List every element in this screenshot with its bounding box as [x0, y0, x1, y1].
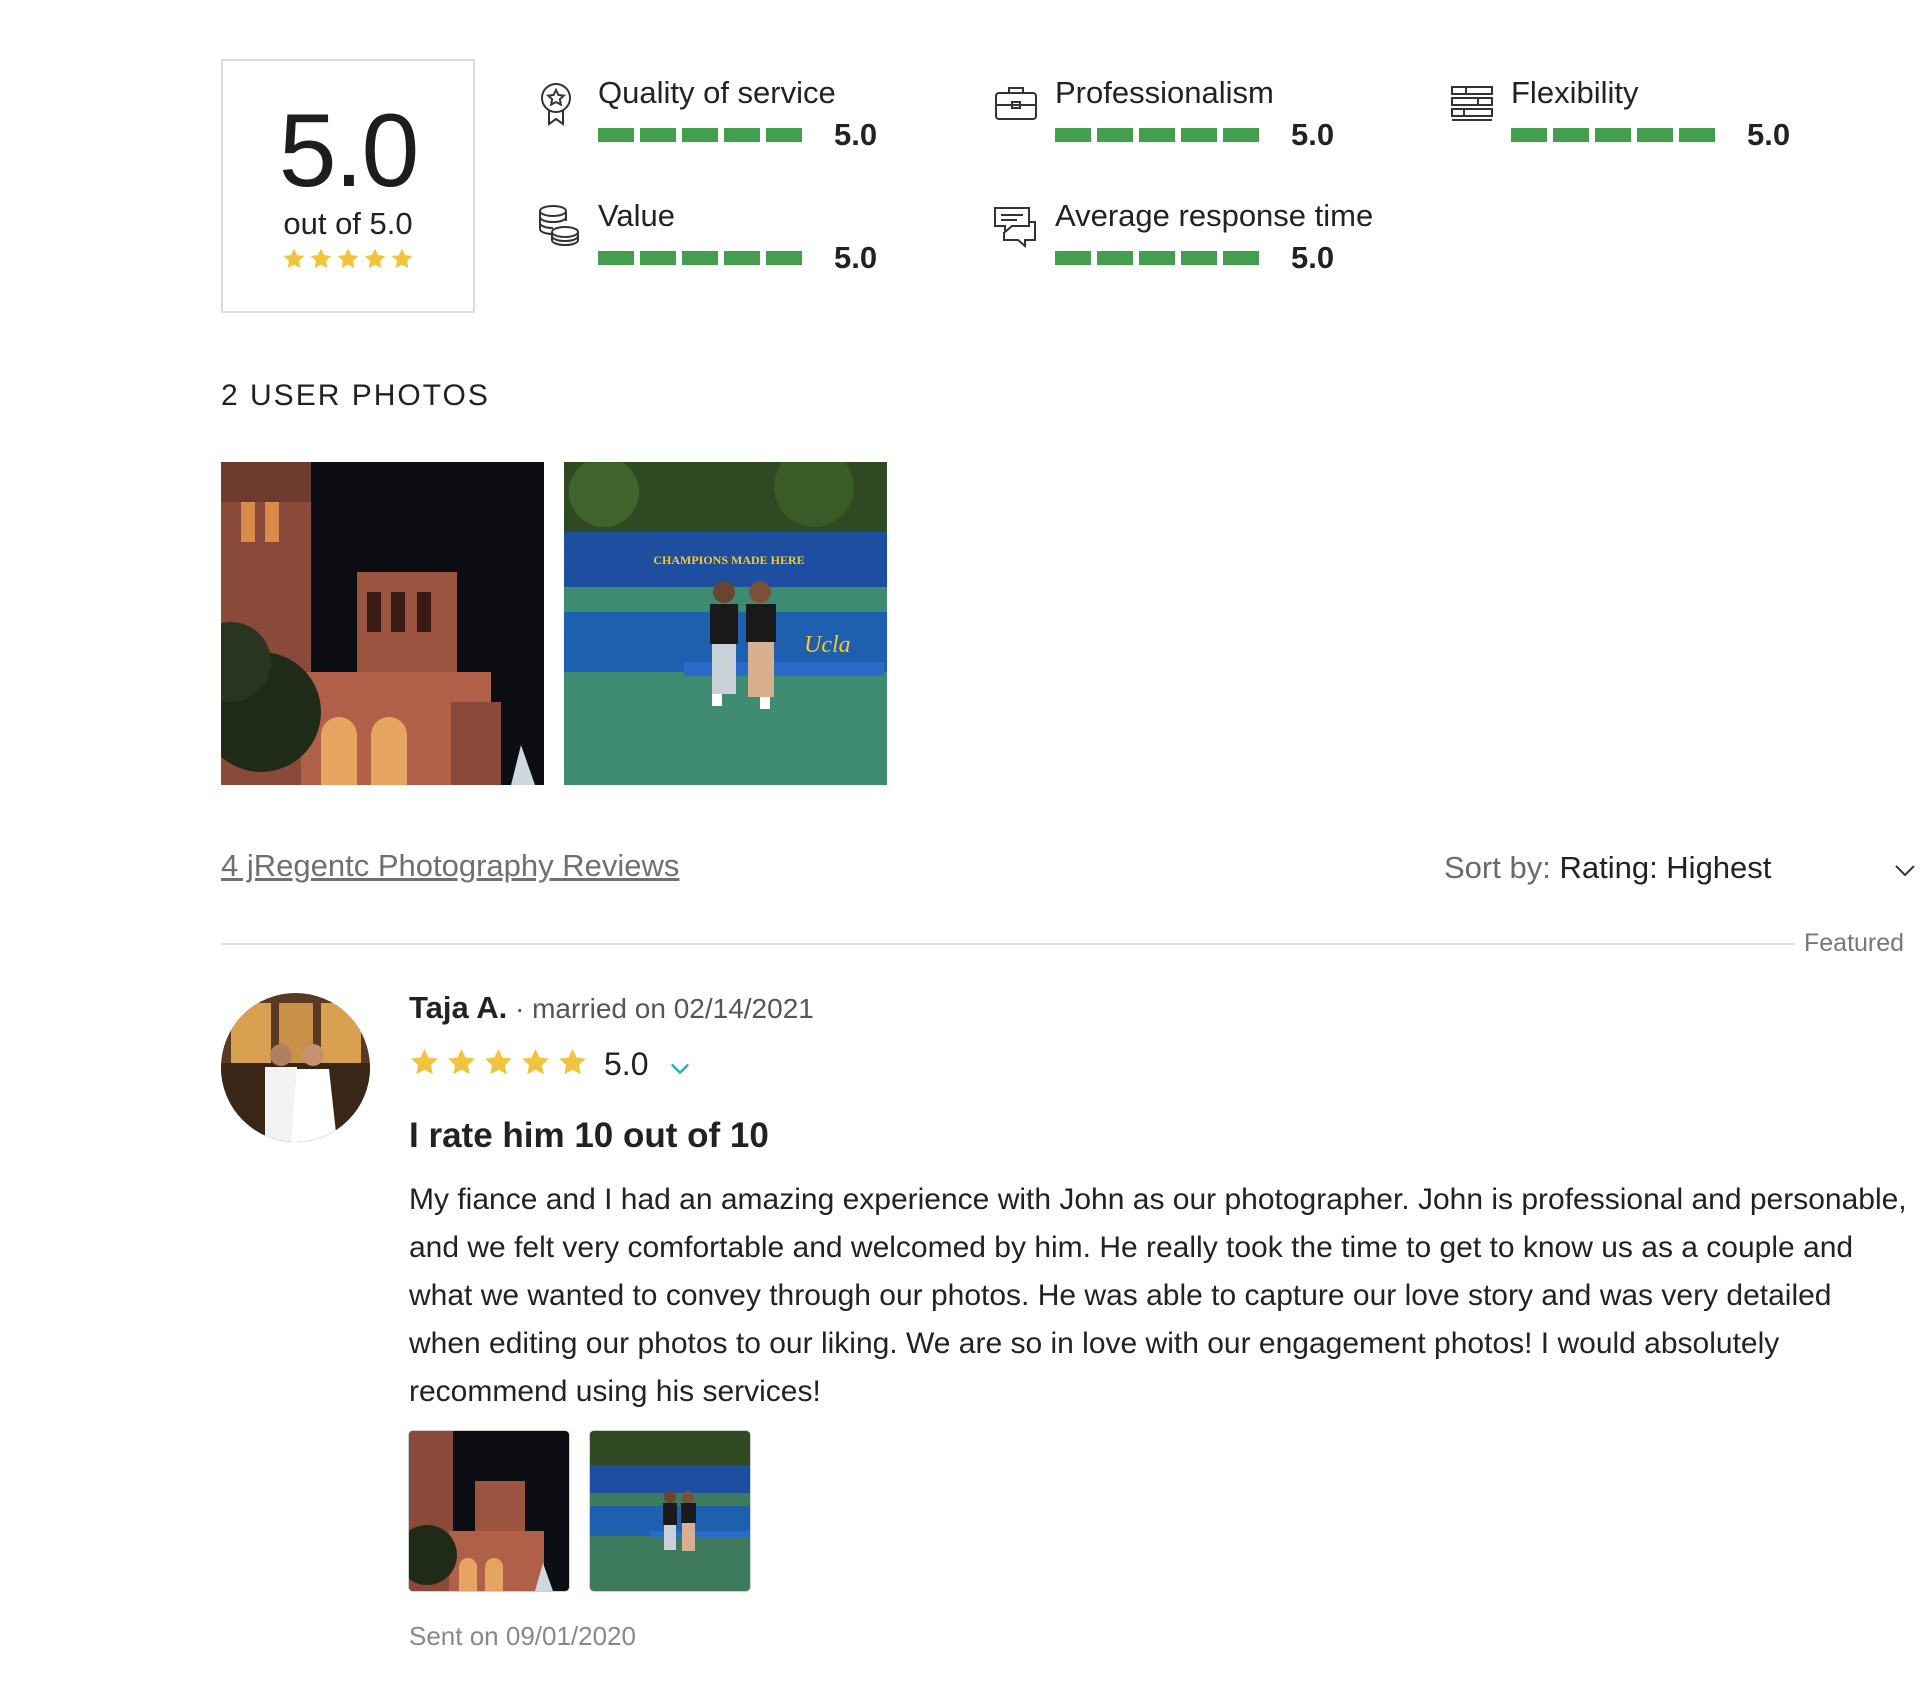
chat-bubbles-icon [994, 207, 1036, 249]
overall-score-box: 5.0 out of 5.0 [221, 59, 475, 313]
featured-label: Featured [1804, 929, 1905, 957]
review-rating-value: 5.0 [604, 1046, 649, 1082]
rating-value: Value 5.0 [535, 196, 915, 286]
category-value: 5.0 [1747, 117, 1791, 152]
review-body: My fiance and I had an amazing experienc… [409, 1183, 1907, 1408]
category-label: Quality of service [598, 75, 836, 110]
rating-quality-of-service: Quality of service 5.0 [535, 73, 915, 163]
stacked-layers-icon [1451, 86, 1493, 121]
rating-average-response-time: Average response time 5.0 [992, 196, 1374, 286]
reviews-count-link[interactable]: 4 jRegentc Photography Reviews [221, 848, 679, 884]
review-title: I rate him 10 out of 10 [409, 1116, 769, 1155]
rating-bar [1055, 128, 1259, 142]
chevron-down-icon[interactable] [666, 1054, 694, 1082]
review-photo-thumbnail[interactable] [590, 1431, 750, 1591]
reviewer-name: Taja A. [409, 990, 508, 1025]
sort-label: Sort by: [1444, 850, 1551, 885]
sort-dropdown[interactable]: Sort by: Rating: Highest [1444, 850, 1771, 886]
rating-bar [598, 251, 802, 265]
overall-score-caption: out of 5.0 [283, 206, 413, 241]
category-value: 5.0 [1291, 117, 1335, 152]
star-icon [559, 1048, 586, 1075]
reviews-divider [221, 943, 1795, 945]
star-icon [448, 1048, 475, 1075]
category-label: Flexibility [1511, 75, 1639, 110]
user-photos-heading: 2 USER PHOTOS [221, 379, 490, 412]
category-label: Average response time [1055, 198, 1374, 233]
overall-star-rating [223, 247, 473, 271]
star-icon [364, 248, 386, 269]
briefcase-icon [995, 87, 1037, 120]
star-icon [310, 248, 332, 269]
overall-score: 5.0 [278, 93, 420, 209]
rating-bar [598, 128, 802, 142]
category-value: 5.0 [834, 240, 878, 275]
category-value: 5.0 [1291, 240, 1335, 275]
user-photo-couple-tennis-court[interactable]: CHAMPIONS MADE HERE Ucla [564, 462, 887, 785]
review-star-rating [409, 1047, 588, 1078]
reviewer-info: Taja A. · married on 02/14/2021 [409, 990, 814, 1026]
bench-logo-text: Ucla [804, 632, 851, 658]
star-icon [391, 248, 413, 269]
category-label: Professionalism [1055, 75, 1274, 110]
reviewer-avatar [221, 993, 370, 1142]
coin-stack-icon [539, 205, 579, 247]
category-label: Value [598, 198, 675, 233]
court-banner-text: CHAMPIONS MADE HERE [653, 553, 804, 567]
award-ribbon-icon [541, 83, 571, 126]
rating-professionalism: Professionalism 5.0 [992, 73, 1372, 163]
star-icon [411, 1048, 438, 1075]
reviewer-wedding-date: · married on 02/14/2021 [507, 993, 814, 1024]
chevron-down-icon[interactable] [1893, 858, 1917, 882]
rating-bar [1511, 128, 1715, 142]
sort-value: Rating: Highest [1559, 850, 1772, 885]
star-icon [485, 1048, 512, 1075]
rating-flexibility: Flexibility 5.0 [1448, 73, 1828, 163]
category-value: 5.0 [834, 117, 878, 152]
review-photo-thumbnail[interactable] [409, 1431, 569, 1591]
rating-bar [1055, 251, 1259, 265]
user-photo-night-building[interactable] [221, 462, 544, 785]
star-icon [283, 248, 305, 269]
review-sent-date: Sent on 09/01/2020 [409, 1621, 636, 1651]
star-icon [337, 248, 359, 269]
star-icon [522, 1048, 549, 1075]
